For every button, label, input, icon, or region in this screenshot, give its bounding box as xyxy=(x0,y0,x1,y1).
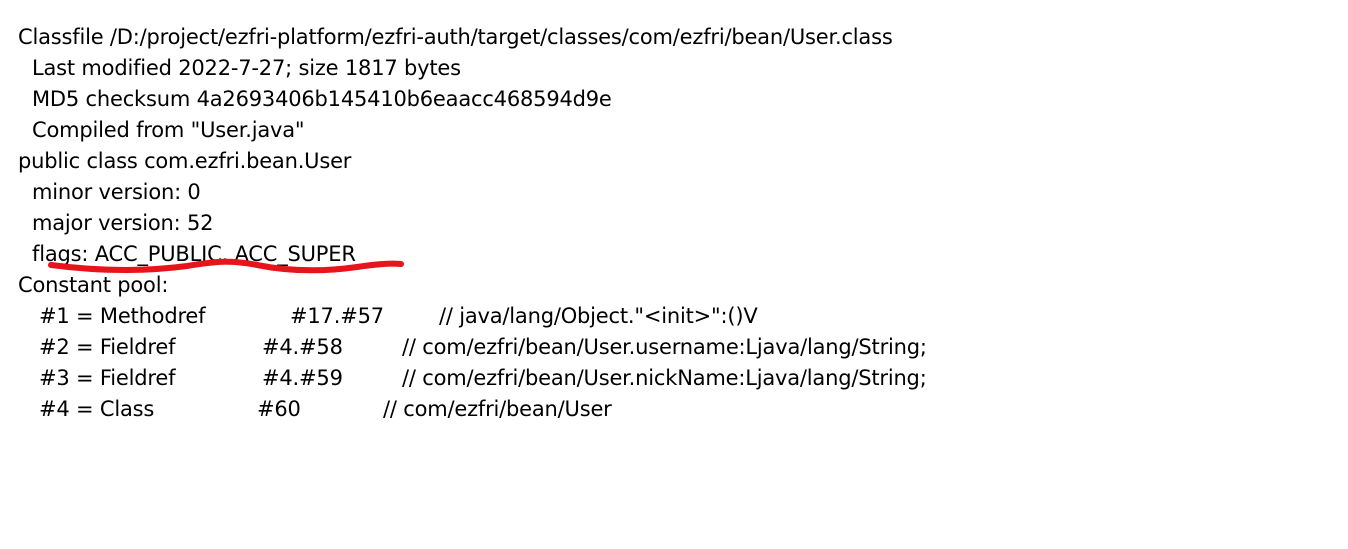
entry-comment: // com/ezfri/bean/User.nickName:Ljava/la… xyxy=(402,366,927,390)
entry-index: #1 = Methodref xyxy=(39,304,206,328)
constant-pool-entry: #4 = Class #60 // com/ezfri/bean/User xyxy=(39,394,1239,425)
entry-ref: #4.#58 xyxy=(262,335,343,359)
constant-pool-entry: #2 = Fieldref #4.#58 // com/ezfri/bean/U… xyxy=(39,332,1239,363)
constant-pool-title: Constant pool: xyxy=(18,273,169,297)
class-declaration: public class com.ezfri.bean.User xyxy=(18,149,352,173)
entry-index: #2 = Fieldref xyxy=(39,335,176,359)
entry-comment: // com/ezfri/bean/User xyxy=(383,397,612,421)
classfile-path: Classfile /D:/project/ezfri-platform/ezf… xyxy=(18,25,893,49)
entry-index: #4 = Class xyxy=(39,397,155,421)
entry-comment: // java/lang/Object."<init>":()V xyxy=(439,304,758,328)
access-flags: flags: ACC_PUBLIC, ACC_SUPER xyxy=(32,242,356,266)
md5-checksum: MD5 checksum 4a2693406b145410b6eaacc4685… xyxy=(32,87,612,111)
javap-output: Classfile /D:/project/ezfri-platform/ezf… xyxy=(18,22,1340,429)
compiled-from: Compiled from "User.java" xyxy=(32,118,305,142)
entry-index: #3 = Fieldref xyxy=(39,366,176,390)
constant-pool-entry: #1 = Methodref #17.#57 // java/lang/Obje… xyxy=(39,301,1239,332)
major-version: major version: 52 xyxy=(32,211,214,235)
entry-comment: // com/ezfri/bean/User.username:Ljava/la… xyxy=(402,335,927,359)
entry-ref: #60 xyxy=(257,397,301,421)
entry-ref: #17.#57 xyxy=(290,304,384,328)
constant-pool-entry: #3 = Fieldref #4.#59 // com/ezfri/bean/U… xyxy=(39,363,1239,394)
last-modified: Last modified 2022-7-27; size 1817 bytes xyxy=(32,56,461,80)
minor-version: minor version: 0 xyxy=(32,180,201,204)
entry-ref: #4.#59 xyxy=(262,366,343,390)
